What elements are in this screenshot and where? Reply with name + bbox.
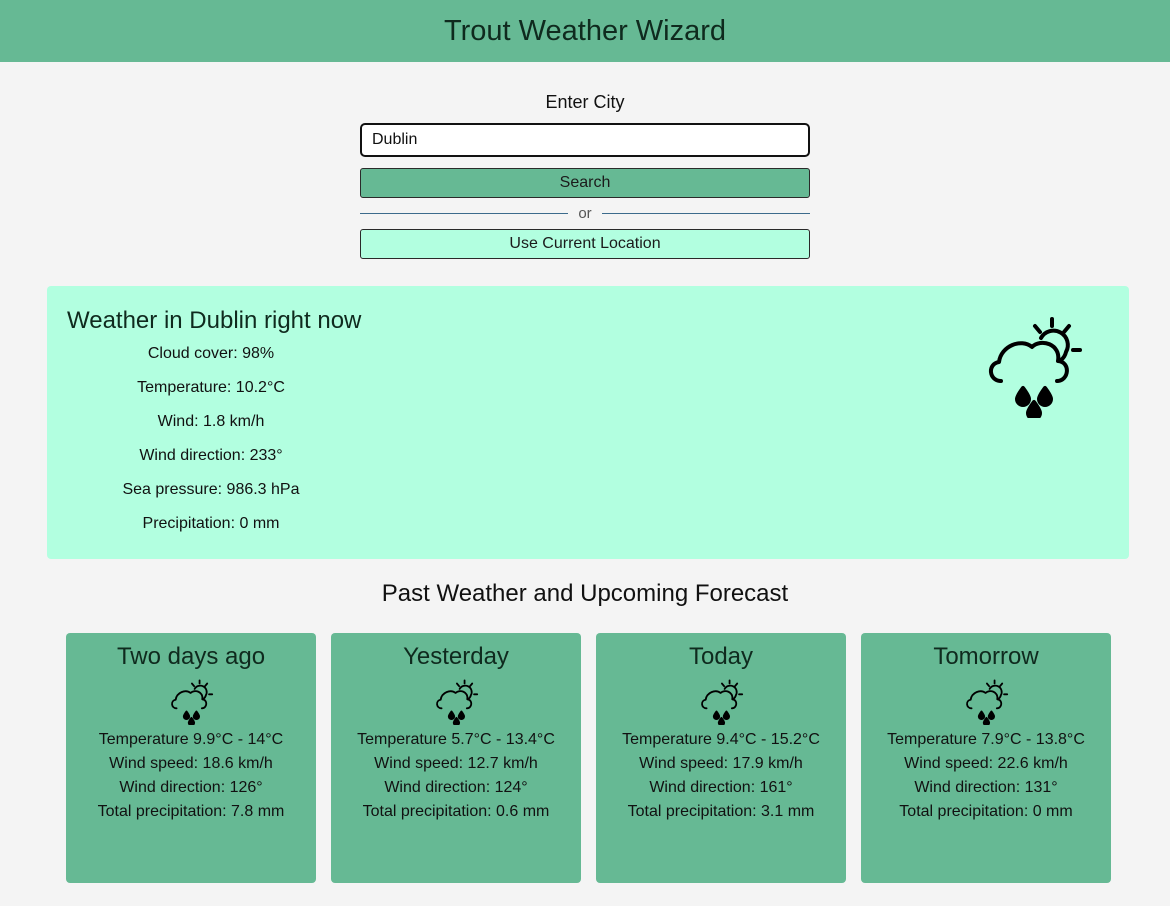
wind-direction-text: Wind direction: 131°	[914, 779, 1058, 796]
day-title: Two days ago	[116, 643, 266, 670]
temperature-range-text: Temperature 5.7°C - 13.4°C	[357, 731, 555, 748]
total-precipitation-text: Total precipitation: 0 mm	[899, 803, 1073, 820]
temperature-text: Temperature: 10.2°C	[137, 379, 285, 396]
day-title: Tomorrow	[933, 643, 1039, 670]
cloud-cover-text: Cloud cover: 98%	[147, 345, 275, 362]
day-stats: Temperature 7.9°C - 13.8°C Wind speed: 2…	[861, 728, 1111, 824]
cloud-sun-rain-icon	[966, 679, 1009, 725]
forecast-card-today: Today Temperature 9.4°C - 15.2°C Wind sp…	[596, 633, 846, 883]
current-weather-card: Weather in Dublin right now Cloud cover:…	[47, 286, 1129, 559]
wind-speed-text: Wind speed: 12.7 km/h	[374, 755, 538, 772]
wind-direction-text: Wind direction: 124°	[384, 779, 528, 796]
temperature-range-text: Temperature 9.9°C - 14°C	[98, 731, 284, 748]
wind-text: Wind: 1.8 km/h	[157, 413, 265, 430]
day-stats: Temperature 9.9°C - 14°C Wind speed: 18.…	[66, 728, 316, 824]
search-button[interactable]: Search	[360, 168, 810, 198]
wind-direction-text: Wind direction: 161°	[649, 779, 793, 796]
temperature-range-text: Temperature 7.9°C - 13.8°C	[887, 731, 1085, 748]
day-stats: Temperature 5.7°C - 13.4°C Wind speed: 1…	[331, 728, 581, 824]
or-divider: or	[360, 203, 810, 224]
city-input[interactable]	[360, 123, 810, 157]
current-weather-title: Weather in Dublin right now	[67, 307, 362, 334]
cloud-sun-rain-icon	[701, 679, 744, 725]
forecast-card-tomorrow: Tomorrow Temperature 7.9°C - 13.8°C Wind…	[861, 633, 1111, 883]
cloud-sun-rain-icon	[436, 679, 479, 725]
cloud-sun-rain-icon	[988, 317, 1082, 418]
total-precipitation-text: Total precipitation: 3.1 mm	[627, 803, 815, 820]
current-weather-details: Cloud cover: 98% Temperature: 10.2°C Win…	[67, 344, 355, 548]
precipitation-text: Precipitation: 0 mm	[142, 515, 280, 532]
day-stats: Temperature 9.4°C - 15.2°C Wind speed: 1…	[596, 728, 846, 824]
use-current-location-button[interactable]: Use Current Location	[360, 229, 810, 259]
wind-speed-text: Wind speed: 17.9 km/h	[639, 755, 803, 772]
forecast-heading: Past Weather and Upcoming Forecast	[381, 580, 789, 607]
day-title: Today	[688, 643, 754, 670]
temperature-range-text: Temperature 9.4°C - 15.2°C	[622, 731, 820, 748]
forecast-card-yesterday: Yesterday Temperature 5.7°C - 13.4°C Win…	[331, 633, 581, 883]
cloud-sun-rain-icon	[171, 679, 214, 725]
total-precipitation-text: Total precipitation: 7.8 mm	[97, 803, 285, 820]
app-header: Trout Weather Wizard	[0, 0, 1170, 62]
divider-text: or	[578, 205, 592, 222]
wind-speed-text: Wind speed: 22.6 km/h	[904, 755, 1068, 772]
forecast-row: Two days ago Temperature 9.9°C - 14°C Wi…	[66, 633, 1111, 883]
wind-speed-text: Wind speed: 18.6 km/h	[109, 755, 273, 772]
app-title: Trout Weather Wizard	[443, 14, 727, 47]
total-precipitation-text: Total precipitation: 0.6 mm	[362, 803, 550, 820]
forecast-card-two-days-ago: Two days ago Temperature 9.9°C - 14°C Wi…	[66, 633, 316, 883]
city-input-label: Enter City	[545, 92, 625, 112]
sea-pressure-text: Sea pressure: 986.3 hPa	[122, 481, 300, 498]
divider-line-left	[360, 213, 569, 214]
wind-direction-text: Wind direction: 233°	[139, 447, 283, 464]
divider-line-right	[601, 213, 810, 214]
day-title: Yesterday	[403, 643, 509, 670]
wind-direction-text: Wind direction: 126°	[119, 779, 263, 796]
search-panel: Enter City Search or Use Current Locatio…	[360, 92, 810, 259]
